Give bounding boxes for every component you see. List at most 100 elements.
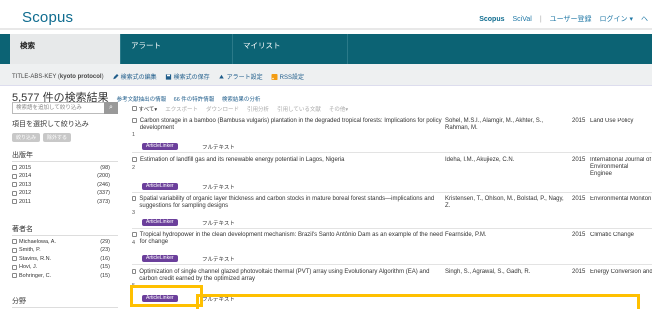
facet-item[interactable]: Bohringer, C. (15) bbox=[12, 273, 110, 279]
save-icon bbox=[165, 73, 171, 80]
facet-item[interactable]: 2012 (337) bbox=[12, 190, 110, 196]
rss-icon bbox=[271, 73, 278, 80]
exclude-button[interactable]: 除外する bbox=[43, 133, 72, 142]
fulltext-link[interactable]: フルテキスト bbox=[202, 255, 235, 263]
result-authors[interactable]: Singh, S., Agrawal, S., Gadh, R. bbox=[445, 269, 565, 276]
result-checkbox[interactable] bbox=[132, 157, 137, 162]
row-divider bbox=[132, 192, 652, 193]
tab-alerts[interactable]: アラート bbox=[120, 34, 230, 64]
result-year: 2015 bbox=[572, 157, 586, 163]
more-dropdown[interactable]: その他▾ bbox=[329, 105, 348, 113]
analyze-results-link[interactable]: 検索結果の分析 bbox=[222, 97, 261, 103]
citation-overview-button[interactable]: 引用分析 bbox=[247, 105, 269, 113]
facet-author: 著者名 Michaelowa, A. (29) Smith, P. (23) Sta… bbox=[12, 224, 118, 279]
header-divider bbox=[0, 28, 652, 30]
articlelinker-button[interactable]: ArticleLinker bbox=[142, 143, 178, 150]
articlelinker-button[interactable]: ArticleLinker bbox=[142, 183, 178, 190]
checkbox[interactable] bbox=[12, 182, 17, 187]
facet-item[interactable]: Smith, P. (23) bbox=[12, 247, 110, 253]
save-query-link[interactable]: 検索式の保存 bbox=[165, 72, 210, 81]
result-source[interactable]: Land Use Policy bbox=[590, 118, 652, 125]
result-year: 2015 bbox=[572, 232, 586, 238]
fulltext-link[interactable]: フルテキスト bbox=[202, 219, 235, 227]
header: Scopus Scopus SciVal | ユーザー登録 ログイン ▾ ヘ bbox=[0, 0, 652, 30]
articlelinker-button[interactable]: ArticleLinker bbox=[142, 219, 178, 226]
result-authors[interactable]: Ideha, I.M., Akujieze, C.N. bbox=[445, 157, 565, 164]
result-checkbox[interactable] bbox=[132, 269, 137, 274]
pencil-icon bbox=[112, 73, 119, 79]
rss-link[interactable]: RSS設定 bbox=[271, 72, 304, 81]
checkbox[interactable] bbox=[12, 190, 17, 196]
row-divider bbox=[132, 228, 652, 229]
result-checkbox[interactable] bbox=[132, 118, 137, 123]
checkbox[interactable] bbox=[12, 247, 17, 253]
result-title-link[interactable]: Optimization of single channel glazed ph… bbox=[139, 269, 447, 283]
query-bar: TITLE-ABS-KEY (kyoto protocol) 検索式の編集 検索… bbox=[0, 64, 652, 86]
checkbox[interactable] bbox=[12, 264, 17, 270]
refs-link[interactable]: 参考文献抽出の情報 bbox=[117, 97, 167, 103]
result-title-link[interactable]: Tropical hydropower in the clean develop… bbox=[140, 232, 447, 246]
limit-to-button[interactable]: 絞り込み bbox=[12, 133, 41, 142]
scopus-logo[interactable]: Scopus bbox=[22, 9, 73, 26]
results-toolbar: すべて▾ エクスポート ダウンロード 引用分析 引用している文献 その他▾ bbox=[132, 104, 652, 114]
facet-item[interactable]: 2014 (200) bbox=[12, 173, 110, 179]
result-source[interactable]: Energy Conversion and bbox=[590, 269, 652, 276]
facet-item[interactable]: Stavins, R.N. (16) bbox=[12, 256, 110, 262]
tab-mylist[interactable]: マイリスト bbox=[232, 34, 348, 64]
checkbox[interactable] bbox=[12, 173, 17, 179]
top-nav: Scopus SciVal | ユーザー登録 ログイン ▾ ヘ bbox=[479, 14, 648, 24]
checkbox[interactable] bbox=[132, 106, 137, 111]
facet-item[interactable]: 2015 (98) bbox=[12, 165, 110, 171]
facet-item[interactable]: Hovi, J. (15) bbox=[12, 264, 110, 270]
result-source[interactable]: International Journal of Environmental E… bbox=[590, 157, 652, 178]
nav-help[interactable]: ヘ bbox=[641, 14, 648, 24]
result-checkbox[interactable] bbox=[132, 232, 137, 237]
result-source[interactable]: Climatic Change bbox=[590, 232, 652, 239]
query-string: TITLE-ABS-KEY (kyoto protocol) bbox=[12, 73, 104, 80]
nav-login[interactable]: ログイン ▾ bbox=[600, 14, 633, 24]
row-divider bbox=[132, 264, 652, 265]
facet-item[interactable]: 2013 (246) bbox=[12, 182, 110, 188]
nav-scival[interactable]: SciVal bbox=[513, 16, 532, 23]
set-alert-link[interactable]: アラート設定 bbox=[218, 72, 263, 81]
result-authors[interactable]: Sohel, M.S.I., Alamgir, M., Akhter, S., … bbox=[445, 118, 565, 132]
articlelinker-button[interactable]: ArticleLinker bbox=[142, 255, 178, 262]
cited-by-button[interactable]: 引用している文献 bbox=[277, 105, 321, 113]
export-button[interactable]: エクスポート bbox=[165, 105, 198, 113]
result-year: 2015 bbox=[572, 269, 586, 275]
checkbox[interactable] bbox=[12, 199, 17, 204]
checkbox[interactable] bbox=[12, 273, 17, 278]
summary-links: 参考文献抽出の情報 66 件の特許情報 検索結果の分析 bbox=[117, 95, 267, 103]
result-title-link[interactable]: Estimation of landfill gas and its renew… bbox=[140, 157, 344, 164]
result-authors[interactable]: Fearnside, P.M. bbox=[445, 232, 565, 239]
nav-scopus[interactable]: Scopus bbox=[479, 16, 504, 23]
result-number: 4 bbox=[132, 240, 136, 246]
facet-item[interactable]: Michaelowa, A. (29) bbox=[12, 239, 110, 245]
result-number: 2 bbox=[132, 165, 136, 171]
patents-link[interactable]: 66 件の特許情報 bbox=[174, 97, 215, 103]
fulltext-link[interactable]: フルテキスト bbox=[202, 143, 235, 151]
facet-item[interactable]: 2011 (373) bbox=[12, 199, 110, 205]
download-button[interactable]: ダウンロード bbox=[206, 105, 239, 113]
select-all-dropdown[interactable]: すべて▾ bbox=[132, 105, 157, 113]
facet-title: 著者名 bbox=[12, 224, 118, 236]
result-title-link[interactable]: Spatial variability of organic layer thi… bbox=[139, 196, 447, 210]
tab-search[interactable]: 検索 bbox=[10, 34, 120, 64]
fulltext-link[interactable]: フルテキスト bbox=[202, 183, 235, 191]
facet-year: 出版年 2015 (98) 2014 (200) 2013 (246) 2012 (33… bbox=[12, 150, 118, 205]
refine-search-input[interactable]: 検索語を追加して絞り込み ⌕ bbox=[12, 102, 118, 114]
result-checkbox[interactable] bbox=[132, 196, 137, 201]
edit-query-link[interactable]: 検索式の編集 bbox=[112, 72, 157, 81]
result-source[interactable]: Environmental Monitori bbox=[590, 196, 652, 203]
result-number: 1 bbox=[132, 132, 136, 138]
result-title-link[interactable]: Carbon storage in a bamboo (Bambusa vulg… bbox=[140, 118, 447, 132]
checkbox[interactable] bbox=[12, 256, 17, 261]
nav-register[interactable]: ユーザー登録 bbox=[550, 14, 592, 24]
refine-label: 項目を選択して絞り込み bbox=[12, 121, 89, 128]
highlight-box-row bbox=[196, 294, 640, 309]
search-icon[interactable]: ⌕ bbox=[104, 102, 118, 114]
refine-panel: 検索語を追加して絞り込み ⌕ 項目を選択して絞り込み 絞り込み 除外する 出版年… bbox=[12, 102, 122, 308]
checkbox[interactable] bbox=[12, 239, 17, 244]
result-authors[interactable]: Kristensen, T., Ohlson, M., Bolstad, P.,… bbox=[445, 196, 565, 210]
checkbox[interactable] bbox=[12, 165, 17, 170]
